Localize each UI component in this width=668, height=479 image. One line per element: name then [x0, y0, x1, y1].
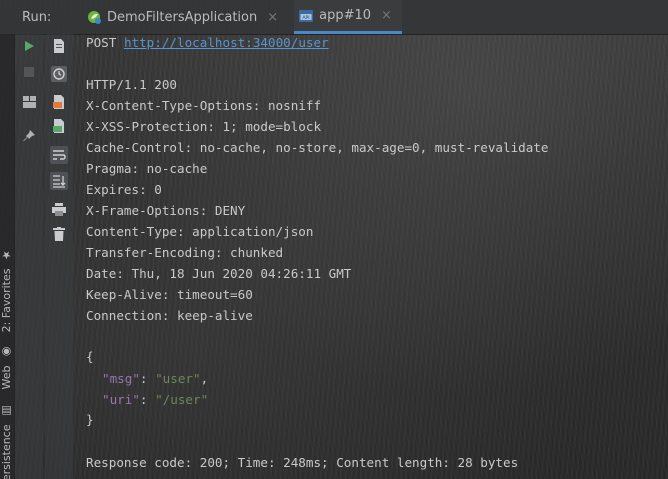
json-brace-open: {: [86, 349, 94, 364]
globe-icon: ◉: [0, 345, 13, 358]
response-header: Expires: 0: [86, 182, 162, 197]
json-value: "user": [155, 371, 201, 386]
status-line: HTTP/1.1 200: [86, 77, 177, 92]
scroll-to-end-icon[interactable]: [50, 172, 68, 190]
response-header: X-Frame-Options: DENY: [86, 203, 246, 218]
json-trail: ,: [200, 371, 209, 386]
web-label: Web: [0, 365, 13, 390]
response-header: Pragma: no-cache: [86, 161, 208, 176]
star-icon: ★: [0, 248, 13, 261]
stop-icon[interactable]: [20, 63, 38, 81]
html-file-icon[interactable]: [50, 93, 68, 111]
json-line-uri: "uri": "/user": [102, 389, 208, 410]
run-label: Run:: [22, 9, 52, 25]
favorites-tool-button[interactable]: 2: Favorites ★: [0, 248, 14, 332]
response-header: Cache-Control: no-cache, no-store, max-a…: [86, 140, 549, 155]
tab-label: app#10: [319, 8, 372, 23]
run-toolbar-secondary: [45, 34, 73, 479]
json-brace-close: }: [86, 412, 94, 427]
response-header: Transfer-Encoding: chunked: [86, 245, 284, 260]
close-icon[interactable]: ×: [267, 10, 278, 25]
soft-wrap-icon[interactable]: [50, 146, 68, 164]
response-header: Keep-Alive: timeout=60: [86, 287, 253, 302]
json-value: "/user": [155, 392, 209, 407]
json-sep: :: [139, 371, 156, 386]
request-url-link[interactable]: http://localhost:34000/user: [124, 35, 329, 50]
tab-app-10[interactable]: API app#10 ×: [294, 0, 402, 34]
request-method: POST: [86, 35, 117, 50]
response-header: Content-Type: application/json: [86, 224, 314, 239]
response-summary: Response code: 200; Time: 248ms; Content…: [86, 455, 519, 470]
json-file-icon[interactable]: [50, 117, 68, 135]
json-key: "uri": [102, 392, 140, 407]
request-line: POST http://localhost:34000/user: [86, 32, 329, 53]
persistence-label: Persistence: [0, 424, 13, 479]
run-tab-bar: Run: DemoFiltersApplication × API app#10…: [0, 0, 668, 35]
svg-text:API: API: [303, 15, 310, 21]
json-sep: :: [139, 392, 156, 407]
response-header: Date: Thu, 18 Jun 2020 04:26:11 GMT: [86, 266, 352, 281]
response-header: X-Content-Type-Options: nosniff: [86, 98, 322, 113]
side-tool-strip: 2: Favorites ★ Web ◉ Persistence ▤: [0, 34, 15, 479]
persistence-tool-button[interactable]: Persistence ▤: [0, 404, 14, 479]
response-header: X-XSS-Protection: 1; mode=block: [86, 119, 322, 134]
tab-demo-filters-application[interactable]: DemoFiltersApplication ×: [82, 0, 288, 34]
database-icon: ▤: [0, 404, 13, 417]
web-tool-button[interactable]: Web ◉: [0, 345, 14, 389]
pin-icon[interactable]: [20, 126, 38, 144]
json-key: "msg": [102, 371, 140, 386]
run-icon[interactable]: [20, 37, 38, 55]
print-icon[interactable]: [50, 200, 68, 218]
ide-run-window: Run: DemoFiltersApplication × API app#10…: [0, 0, 668, 479]
favorites-label: 2: Favorites: [0, 268, 13, 333]
http-request-icon: API: [298, 8, 314, 24]
spring-boot-icon: [86, 9, 102, 25]
run-toolbar-primary: [15, 34, 43, 479]
tab-label: DemoFiltersApplication: [107, 9, 258, 25]
history-icon[interactable]: [50, 65, 68, 83]
close-icon[interactable]: ×: [381, 8, 392, 23]
file-icon[interactable]: [50, 37, 68, 55]
response-header: Connection: keep-alive: [86, 308, 253, 323]
json-line-msg: "msg": "user",: [102, 368, 208, 389]
trash-icon[interactable]: [50, 225, 68, 243]
layout-icon[interactable]: [20, 93, 38, 111]
